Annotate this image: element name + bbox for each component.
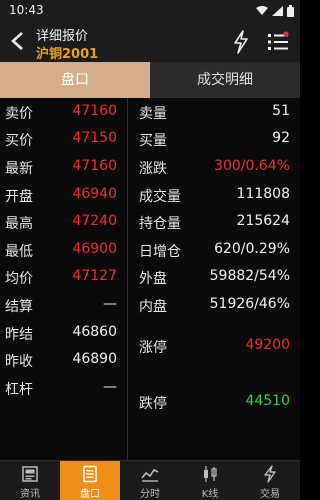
nav-label-trade: 交易 bbox=[260, 489, 280, 500]
quote-right-row: 卖量 51 bbox=[128, 98, 300, 126]
quote-label: 最高 bbox=[5, 216, 33, 233]
quote-label: 买价 bbox=[5, 133, 33, 150]
quote-label: 买量 bbox=[139, 133, 167, 150]
quote-right-column: 卖量 51 买量 92 涨跌 300/0.64% 成交量 111808 持仓量 215624 日增仓… bbox=[128, 98, 300, 460]
quote-panel-icon bbox=[83, 465, 97, 483]
quote-label: 均价 bbox=[5, 271, 33, 288]
nav-label-news: 资讯 bbox=[20, 489, 40, 500]
quote-value: 46890 bbox=[72, 351, 117, 368]
quote-label: 开盘 bbox=[5, 188, 33, 205]
signal-icon bbox=[272, 6, 283, 16]
nav-item-news[interactable]: 资讯 bbox=[0, 461, 60, 500]
quote-label: 内盘 bbox=[139, 298, 167, 315]
quote-value: — bbox=[103, 295, 117, 312]
quote-left-row: 最高 47240 bbox=[0, 208, 127, 236]
nav-item-trade[interactable]: 交易 bbox=[240, 461, 300, 500]
quote-value: 51 bbox=[272, 102, 290, 119]
header: 详细报价 沪铜2001 bbox=[0, 22, 300, 62]
status-icons bbox=[256, 5, 294, 17]
quote-left-row: 开盘 46940 bbox=[0, 181, 127, 209]
quote-label: 昨收 bbox=[5, 354, 33, 371]
quote-left-row: 最新 47160 bbox=[0, 153, 127, 181]
quote-value: 111808 bbox=[236, 185, 290, 202]
quote-value: 51926/46% bbox=[209, 295, 290, 312]
nav-label-kline: K线 bbox=[201, 489, 219, 500]
quote-value: 92 bbox=[272, 130, 290, 147]
quote-value: 49200 bbox=[245, 337, 290, 354]
news-icon bbox=[22, 466, 38, 482]
quote-left-row: 卖价 47160 bbox=[0, 98, 127, 126]
quote-value: 47127 bbox=[72, 268, 117, 285]
quote-value: 47240 bbox=[72, 213, 117, 230]
timeshare-chart-icon bbox=[141, 468, 159, 482]
quote-right-row: 内盘 51926/46% bbox=[128, 291, 300, 319]
quote-label: 外盘 bbox=[139, 271, 167, 288]
quote-left-row: 均价 47127 bbox=[0, 264, 127, 292]
quote-right-row: 涨停 49200 bbox=[128, 319, 300, 374]
wifi-icon bbox=[256, 6, 268, 15]
quote-value: 47160 bbox=[72, 157, 117, 174]
quote-value: 46860 bbox=[72, 323, 117, 340]
quote-value: 47160 bbox=[72, 102, 117, 119]
quote-label: 日增仓 bbox=[139, 243, 181, 260]
nav-item-timeshare[interactable]: 分时 bbox=[120, 461, 180, 500]
quote-left-row: 昨结 46860 bbox=[0, 319, 127, 347]
battery-icon bbox=[287, 5, 294, 17]
quote-right-row: 涨跌 300/0.64% bbox=[128, 153, 300, 181]
quote-left-row: 买价 47150 bbox=[0, 126, 127, 154]
quote-label: 涨停 bbox=[139, 340, 167, 357]
nav-item-kline[interactable]: K线 bbox=[180, 461, 240, 500]
quote-value: — bbox=[103, 378, 117, 395]
tab-trade-details[interactable]: 成交明细 bbox=[150, 62, 300, 98]
quote-label: 最新 bbox=[5, 160, 33, 177]
quote-label: 持仓量 bbox=[139, 216, 181, 233]
quote-label: 结算 bbox=[5, 298, 33, 315]
quote-label: 涨跌 bbox=[139, 160, 167, 177]
quote-value: 44510 bbox=[245, 392, 290, 409]
quote-label: 最低 bbox=[5, 243, 33, 260]
quote-left-row: 结算 — bbox=[0, 291, 127, 319]
bottom-nav: 资讯 盘口 分时 K线 交易 bbox=[0, 460, 300, 500]
quote-value: 46900 bbox=[72, 240, 117, 257]
quote-label: 卖量 bbox=[139, 105, 167, 122]
quote-right-row: 成交量 111808 bbox=[128, 181, 300, 209]
status-time: 10:43 bbox=[9, 3, 44, 17]
quote-label: 卖价 bbox=[5, 105, 33, 122]
quote-value: 215624 bbox=[236, 213, 290, 230]
quote-value: 620/0.29% bbox=[214, 240, 290, 257]
trade-flash-icon bbox=[264, 465, 276, 483]
tab-bar: 盘口 成交明细 bbox=[0, 62, 300, 98]
quote-label: 成交量 bbox=[139, 188, 181, 205]
back-arrow-icon[interactable] bbox=[8, 30, 28, 52]
quote-label: 跌停 bbox=[139, 395, 167, 412]
quote-right-row: 买量 92 bbox=[128, 126, 300, 154]
menu-list-icon[interactable] bbox=[266, 31, 290, 53]
quote-left-row: 昨收 46890 bbox=[0, 346, 127, 374]
quote-label: 昨结 bbox=[5, 326, 33, 343]
nav-item-orderbook[interactable]: 盘口 bbox=[60, 461, 120, 500]
quote-label: 杠杆 bbox=[5, 381, 33, 398]
status-bar: 10:43 bbox=[0, 0, 300, 22]
contract-name: 沪铜2001 bbox=[36, 47, 99, 62]
quote-right-row: 外盘 59882/54% bbox=[128, 264, 300, 292]
page-title: 详细报价 bbox=[36, 29, 89, 44]
quote-left-row: 杠杆 — bbox=[0, 374, 127, 402]
nav-label-timeshare: 分时 bbox=[140, 489, 160, 500]
quote-value: 47150 bbox=[72, 130, 117, 147]
quote-right-row: 持仓量 215624 bbox=[128, 208, 300, 236]
flash-trade-icon[interactable] bbox=[232, 30, 250, 54]
quote-right-row: 跌停 44510 bbox=[128, 374, 300, 430]
tab-orderbook[interactable]: 盘口 bbox=[0, 62, 150, 98]
quote-right-row: 日增仓 620/0.29% bbox=[128, 236, 300, 264]
nav-label-orderbook: 盘口 bbox=[80, 489, 100, 500]
quote-left-row: 最低 46900 bbox=[0, 236, 127, 264]
quote-value: 59882/54% bbox=[209, 268, 290, 285]
quote-value: 46940 bbox=[72, 185, 117, 202]
quote-left-column: 卖价 47160 买价 47150 最新 47160 开盘 46940 最高 47240 最低 469… bbox=[0, 98, 127, 460]
quote-value: 300/0.64% bbox=[214, 157, 290, 174]
candlestick-icon bbox=[204, 466, 217, 482]
